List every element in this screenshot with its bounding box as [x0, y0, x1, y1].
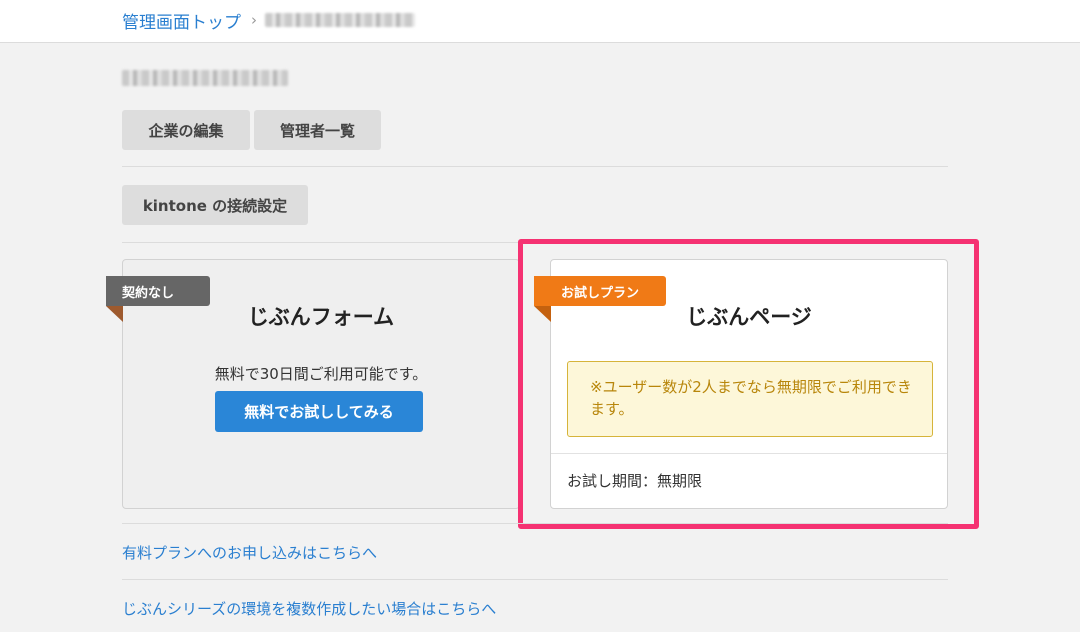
- divider: [122, 523, 948, 524]
- plan-card-jibun-form: 契約なし じぶんフォーム 無料で30日間ご利用可能です。 無料でお試ししてみる: [106, 259, 520, 509]
- paid-plan-link[interactable]: 有料プランへのお申し込みはこちらへ: [122, 542, 377, 563]
- top-bar: 管理画面トップ ›: [0, 0, 1080, 43]
- breadcrumb-home-link[interactable]: 管理画面トップ: [122, 8, 241, 33]
- divider: [122, 579, 948, 580]
- badge-label: 契約なし: [122, 285, 175, 301]
- company-name-blurred: [122, 70, 288, 86]
- plan-title: じぶんページ: [686, 305, 812, 329]
- start-trial-button[interactable]: 無料でお試ししてみる: [215, 391, 423, 432]
- breadcrumb-current-blurred: [265, 13, 415, 27]
- chevron-right-icon: ›: [251, 11, 257, 29]
- breadcrumb: 管理画面トップ ›: [122, 8, 415, 33]
- badge-label: お試しプラン: [560, 285, 639, 301]
- admin-list-button[interactable]: 管理者一覧: [254, 110, 381, 150]
- plan-title: じぶんフォーム: [247, 305, 395, 329]
- plan-description: 無料で30日間ご利用可能です。: [214, 365, 428, 383]
- trial-period-text: お試し期間：無期限: [567, 472, 703, 490]
- multiple-environments-link[interactable]: じぶんシリーズの環境を複数作成したい場合はこちらへ: [122, 598, 496, 619]
- edit-company-button[interactable]: 企業の編集: [122, 110, 250, 150]
- plan-card-jibun-page: お試しプラン じぶんページ ※ユーザー数が2人までなら無期限でご利用できます。 …: [534, 259, 948, 509]
- kintone-settings-button[interactable]: kintone の接続設定: [122, 185, 308, 225]
- divider: [551, 453, 947, 454]
- divider: [122, 242, 948, 243]
- divider: [122, 166, 948, 167]
- user-limit-notice: ※ユーザー数が2人までなら無期限でご利用できます。: [567, 361, 933, 437]
